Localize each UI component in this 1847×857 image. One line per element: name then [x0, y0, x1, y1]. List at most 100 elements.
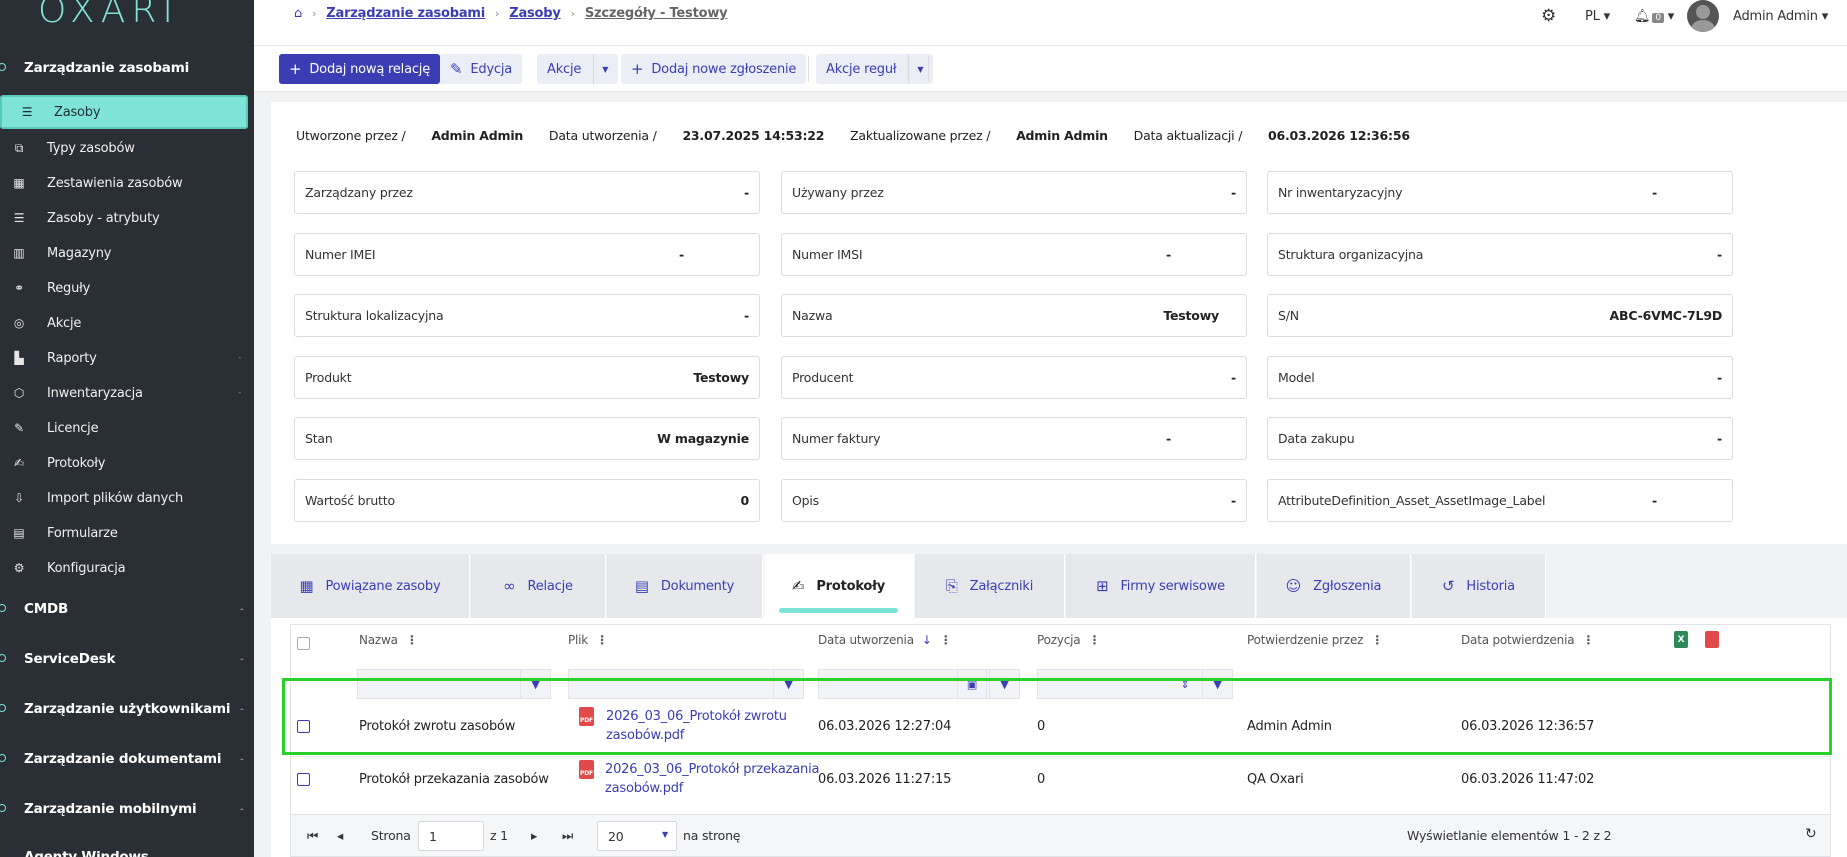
actions-dropdown[interactable]: Akcje ▼: [537, 54, 619, 84]
chevron-icon: -: [240, 705, 244, 715]
next-page-button[interactable]: ▸: [531, 828, 537, 843]
column-menu-icon[interactable]: ⋮: [1088, 633, 1100, 647]
select-all-checkbox[interactable]: [297, 637, 310, 650]
nav-group-label: Zarządzanie dokumentami: [24, 751, 222, 767]
protocol-icon: ✍: [14, 456, 24, 470]
support-icon: ☺: [1285, 577, 1302, 595]
tab-documents[interactable]: ▤ Dokumenty: [607, 554, 763, 618]
nav-group-servicedesk[interactable]: ServiceDesk -: [0, 651, 244, 667]
tab-related-assets[interactable]: ▦ Powiązane zasoby: [271, 554, 470, 618]
breadcrumb-separator: ›: [495, 7, 500, 20]
chevron-icon: -: [238, 388, 242, 398]
chevron-down-icon[interactable]: ▼: [593, 54, 608, 84]
breadcrumb-assets-management[interactable]: Zarządzanie zasobami: [326, 6, 485, 21]
nav-group-users[interactable]: Zarządzanie użytkownikami -: [0, 701, 244, 717]
column-menu-icon[interactable]: ⋮: [1371, 633, 1383, 647]
nav-group-assets[interactable]: Zarządzanie zasobami: [0, 60, 189, 76]
refresh-icon[interactable]: ↻: [1805, 826, 1817, 842]
sidebar-item-typy-zasobow[interactable]: ⧉ Typy zasobów: [0, 131, 254, 165]
sidebar-item-label: Reguły: [47, 280, 91, 296]
field-imsi: Numer IMSI -: [781, 233, 1247, 276]
sort-desc-icon[interactable]: ↓: [922, 633, 932, 647]
column-menu-icon[interactable]: ⋮: [1582, 633, 1594, 647]
breadcrumb-separator: ›: [312, 7, 317, 20]
chevron-down-icon[interactable]: ▼: [908, 54, 924, 84]
tab-relations[interactable]: ∞ Relacje: [471, 554, 606, 618]
sidebar-item-reguly[interactable]: ⚭ Reguły: [0, 271, 254, 305]
sidebar-item-zasoby[interactable]: ☰ Zasoby: [0, 95, 248, 129]
column-header-name[interactable]: Nazwa ⋮: [359, 633, 418, 647]
nav-group-documents[interactable]: Zarządzanie dokumentami -: [0, 751, 244, 767]
prev-page-button[interactable]: ◂: [337, 828, 343, 843]
column-menu-icon[interactable]: ⋮: [596, 633, 608, 647]
tab-attachments[interactable]: ⎘ Załączniki: [915, 554, 1065, 618]
sidebar-item-inwentaryzacja[interactable]: ⬡ Inwentaryzacja -: [0, 376, 254, 410]
tab-service-companies[interactable]: ⊞ Firmy serwisowe: [1066, 554, 1256, 618]
row-highlight: [282, 678, 1832, 755]
asset-details: Utworzone przez / Admin Admin Data utwor…: [271, 102, 1847, 544]
user-menu[interactable]: Admin Admin ▾: [1733, 9, 1828, 24]
excel-export-icon[interactable]: X: [1674, 631, 1688, 648]
field-purchase-date: Data zakupu -: [1267, 417, 1733, 460]
first-page-button[interactable]: ⏮: [307, 828, 318, 844]
sidebar-item-magazyny[interactable]: ▥ Magazyny: [0, 236, 254, 270]
sidebar-item-protokoly[interactable]: ✍ Protokoły: [0, 446, 254, 480]
import-icon: ⇩: [14, 491, 24, 505]
file-link[interactable]: 2026_03_06_Protokół przekazania zasobów.p…: [605, 760, 819, 798]
column-header-confirmed-by[interactable]: Potwierdzenie przez ⋮: [1247, 633, 1383, 647]
group-icon: [0, 704, 6, 712]
target-icon: ◎: [13, 316, 25, 330]
plus-icon: +: [289, 60, 302, 78]
sidebar-item-label: Licencje: [47, 420, 99, 436]
column-menu-icon[interactable]: ⋮: [940, 633, 952, 647]
button-label: Dodaj nową relację: [309, 61, 431, 77]
pdf-export-icon[interactable]: [1705, 631, 1719, 648]
notifications-button[interactable]: 🔔︎ 0 ▾: [1634, 9, 1674, 24]
sidebar-item-zestawienia[interactable]: ▦ Zestawienia zasobów: [0, 166, 254, 200]
sidebar-item-licencje[interactable]: ✎ Licencje: [0, 411, 254, 445]
sidebar-item-konfiguracja[interactable]: ⚙ Konfiguracja: [0, 551, 254, 585]
tab-history[interactable]: ↺ Historia: [1412, 554, 1546, 618]
breadcrumb-assets[interactable]: Zasoby: [509, 6, 561, 21]
chevron-icon: -: [240, 755, 244, 765]
per-page-label: na stronę: [683, 828, 741, 843]
tab-protocols[interactable]: ✍ Protokoły: [764, 554, 914, 618]
tab-tickets[interactable]: ☺ Zgłoszenia: [1257, 554, 1411, 618]
sidebar-item-akcje[interactable]: ◎ Akcje: [0, 306, 254, 340]
sidebar-item-label: Inwentaryzacja: [47, 385, 143, 401]
rule-actions-dropdown[interactable]: Akcje reguł ▼: [816, 54, 934, 84]
breadcrumb-separator: ›: [570, 7, 575, 20]
row-divider: [291, 756, 1830, 757]
row-checkbox[interactable]: [297, 773, 310, 786]
edit-button[interactable]: ✎ Edycja: [440, 54, 523, 84]
nav-group-agents[interactable]: Agenty Windows: [24, 849, 149, 857]
language-select[interactable]: PL ▾: [1585, 9, 1610, 24]
page-input[interactable]: 1: [418, 821, 484, 851]
sidebar-item-import[interactable]: ⇩ Import plików danych: [0, 481, 254, 515]
home-icon[interactable]: ⌂: [294, 6, 302, 21]
created-by: Utworzone przez / Admin Admin: [296, 128, 524, 143]
rules-icon: ⚭: [14, 281, 24, 295]
nav-group-label: Zarządzanie mobilnymi: [24, 801, 197, 817]
last-page-button[interactable]: ⏭: [562, 828, 573, 844]
column-header-position[interactable]: Pozycja ⋮: [1037, 633, 1100, 647]
sidebar-item-label: Magazyny: [47, 245, 112, 261]
nav-group-cmdb[interactable]: CMDB -: [0, 601, 244, 617]
column-menu-icon[interactable]: ⋮: [406, 633, 418, 647]
column-header-confirmed-date[interactable]: Data potwierdzenia ⋮: [1461, 633, 1594, 647]
page-size-select[interactable]: 20 ▼: [597, 821, 677, 851]
protocol-icon: ✍: [791, 577, 805, 595]
sidebar-item-raporty[interactable]: ▙ Raporty -: [0, 341, 254, 375]
column-header-created[interactable]: Data utworzenia ↓ ⋮: [818, 633, 952, 647]
gear-icon[interactable]: ⚙: [1541, 6, 1556, 26]
add-relation-button[interactable]: + Dodaj nową relację: [279, 54, 441, 84]
sidebar-item-atrybuty[interactable]: ☰ Zasoby - atrybuty: [0, 201, 254, 235]
sidebar-item-formularze[interactable]: ▤ Formularze: [0, 516, 254, 550]
page-of: z 1: [490, 828, 508, 843]
field-name: Nazwa Testowy: [781, 294, 1247, 337]
add-ticket-button[interactable]: + Dodaj nowe zgłoszenie: [621, 54, 807, 84]
avatar[interactable]: [1687, 0, 1719, 32]
group-icon: [0, 63, 6, 71]
nav-group-mobile[interactable]: Zarządzanie mobilnymi -: [0, 801, 244, 817]
column-header-file[interactable]: Plik ⋮: [568, 633, 608, 647]
